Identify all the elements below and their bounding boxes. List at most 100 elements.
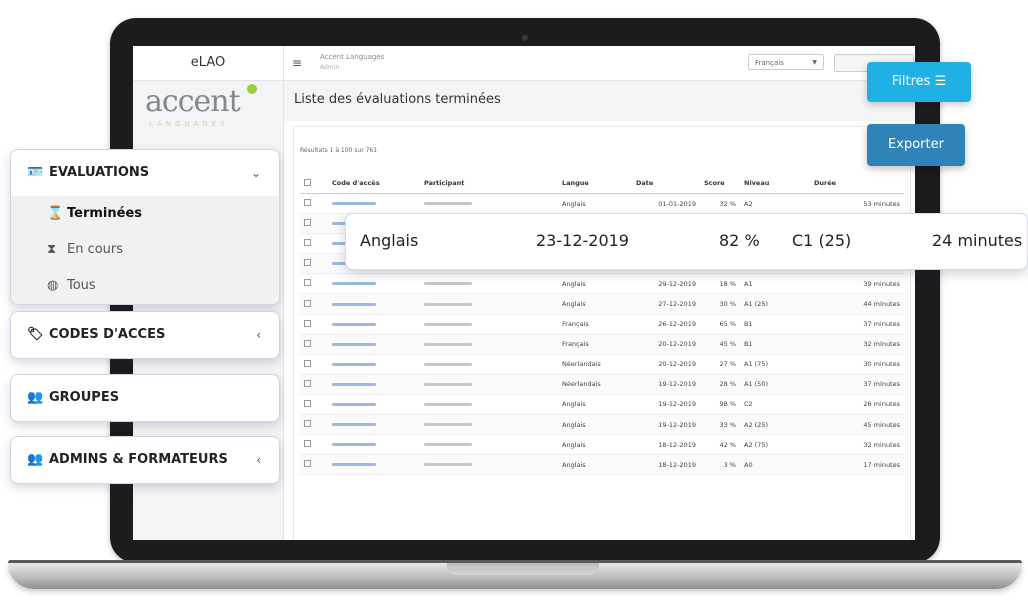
checkbox-icon[interactable] bbox=[304, 299, 311, 307]
row-date: 18-12-2019 bbox=[632, 434, 700, 456]
nav-evaluations: 🪪 EVALUATIONS ⌄ ⌛ Terminées ⧗ En cours ◍ Tou… bbox=[10, 149, 280, 305]
highlight-score: 82 % bbox=[719, 231, 760, 250]
row-date: 18-12-2019 bbox=[632, 454, 700, 476]
header-select[interactable] bbox=[300, 173, 328, 194]
participant-name bbox=[424, 202, 472, 206]
row-date: 19-12-2019 bbox=[632, 374, 700, 395]
checkbox-icon[interactable] bbox=[304, 420, 311, 428]
header-score[interactable]: Score bbox=[700, 173, 740, 194]
checkbox-icon[interactable] bbox=[304, 259, 311, 267]
row-langue: Anglais bbox=[558, 293, 632, 315]
nav-groupes-label: GROUPES bbox=[49, 390, 120, 405]
export-button[interactable]: Exporter bbox=[867, 124, 965, 166]
logo-dot-icon bbox=[247, 84, 257, 94]
row-code bbox=[328, 193, 420, 215]
table-row[interactable]: Anglais 18-12-2019 42 % A2 (75) 32 minutes bbox=[300, 434, 904, 456]
header-code[interactable]: Code d'accès bbox=[328, 173, 420, 194]
header-duree[interactable]: Durée bbox=[810, 173, 904, 194]
hamburger-icon[interactable]: ≡ bbox=[292, 56, 302, 70]
table-row[interactable]: Anglais 27-12-2019 30 % A1 (25) 44 minutes bbox=[300, 293, 904, 315]
table-row[interactable]: Néerlandais 20-12-2019 27 % A1 (75) 30 minut… bbox=[300, 354, 904, 375]
row-participant bbox=[420, 434, 558, 456]
table-row[interactable]: Anglais 18-12-2019 3 % A0 17 minutes bbox=[300, 454, 904, 476]
nav-item-tous[interactable]: ◍ Tous bbox=[11, 268, 279, 304]
header-langue[interactable]: Langue bbox=[558, 173, 632, 194]
table-row[interactable]: Anglais 29-12-2019 18 % A1 39 minutes bbox=[300, 273, 904, 295]
caret-down-icon: ▼ bbox=[812, 59, 817, 66]
access-code-link[interactable] bbox=[332, 202, 376, 206]
access-code-link[interactable] bbox=[332, 463, 376, 467]
nav-admins-label: ADMINS & FORMATEURS bbox=[49, 452, 228, 467]
checkbox-icon[interactable] bbox=[304, 379, 311, 387]
checkbox-icon[interactable] bbox=[304, 279, 311, 287]
access-code-link[interactable] bbox=[332, 322, 376, 326]
checkbox-icon[interactable] bbox=[304, 199, 311, 207]
nav-item-terminees[interactable]: ⌛ Terminées bbox=[11, 196, 279, 232]
checkbox-icon[interactable] bbox=[304, 359, 311, 367]
participant-name bbox=[424, 322, 472, 326]
checkbox-icon[interactable] bbox=[304, 178, 311, 186]
checkbox-icon[interactable] bbox=[304, 239, 311, 247]
access-code-link[interactable] bbox=[332, 302, 376, 306]
access-code-link[interactable] bbox=[332, 402, 376, 406]
table-row[interactable]: Anglais 19-12-2019 98 % C2 26 minutes bbox=[300, 394, 904, 416]
participant-name bbox=[424, 282, 472, 286]
highlight-duree: 24 minutes bbox=[932, 231, 1023, 250]
table-row[interactable]: Anglais 19-12-2019 33 % A2 (25) 45 minutes bbox=[300, 414, 904, 436]
access-code-link[interactable] bbox=[332, 443, 376, 447]
row-niveau: A1 (75) bbox=[740, 354, 810, 375]
highlighted-row[interactable]: Anglais 23-12-2019 82 % C1 (25) 24 minut… bbox=[345, 213, 1028, 270]
table-row[interactable]: Néerlandais 19-12-2019 28 % A1 (50) 37 minut… bbox=[300, 374, 904, 395]
nav-admins-header[interactable]: 👥 ADMINS & FORMATEURS ‹ bbox=[11, 437, 279, 483]
chevron-left-icon: ‹ bbox=[256, 328, 261, 342]
language-select[interactable]: Français ▼ bbox=[748, 54, 824, 70]
nav-codes-header[interactable]: 🏷 CODES D'ACCES ‹ bbox=[11, 312, 279, 358]
brand-name[interactable]: eLAO bbox=[133, 46, 283, 81]
nav-codes[interactable]: 🏷 CODES D'ACCES ‹ bbox=[10, 311, 280, 359]
nav-item-terminees-label: Terminées bbox=[67, 206, 142, 221]
row-code bbox=[328, 434, 420, 456]
nav-groupes-header[interactable]: 👥 GROUPES bbox=[11, 375, 279, 421]
row-duree: 32 minutes bbox=[810, 434, 904, 456]
row-langue: Anglais bbox=[558, 454, 632, 476]
row-date: 27-12-2019 bbox=[632, 293, 700, 315]
access-code-link[interactable] bbox=[332, 362, 376, 366]
table-row[interactable]: Anglais 01-01-2019 32 % A2 53 minutes bbox=[300, 193, 904, 215]
filters-button[interactable]: Filtres ☰ bbox=[867, 62, 971, 102]
row-select bbox=[300, 213, 328, 235]
logo-subtitle: LANGUAGES bbox=[149, 120, 229, 128]
row-duree: 37 minutes bbox=[810, 314, 904, 335]
row-score: 33 % bbox=[700, 414, 740, 436]
row-duree: 39 minutes bbox=[810, 273, 904, 295]
page-header: Liste des évaluations terminées bbox=[284, 81, 915, 121]
nav-admins[interactable]: 👥 ADMINS & FORMATEURS ‹ bbox=[10, 436, 280, 484]
row-select bbox=[300, 454, 328, 476]
row-select bbox=[300, 334, 328, 355]
checkbox-icon[interactable] bbox=[304, 339, 311, 347]
access-code-link[interactable] bbox=[332, 382, 376, 386]
nav-evaluations-header[interactable]: 🪪 EVALUATIONS ⌄ bbox=[11, 150, 279, 196]
access-code-link[interactable] bbox=[332, 282, 376, 286]
participant-name bbox=[424, 423, 472, 427]
nav-item-tous-label: Tous bbox=[67, 278, 96, 293]
checkbox-icon[interactable] bbox=[304, 399, 311, 407]
row-date: 19-12-2019 bbox=[632, 394, 700, 416]
nav-item-en-cours[interactable]: ⧗ En cours bbox=[11, 232, 279, 268]
row-niveau: A1 bbox=[740, 273, 810, 295]
header-participant[interactable]: Participant bbox=[420, 173, 558, 194]
access-code-link[interactable] bbox=[332, 423, 376, 427]
checkbox-icon[interactable] bbox=[304, 319, 311, 327]
table-row[interactable]: Français 26-12-2019 65 % B1 37 minutes bbox=[300, 314, 904, 335]
checkbox-icon[interactable] bbox=[304, 460, 311, 468]
row-code bbox=[328, 414, 420, 436]
header-date[interactable]: Date bbox=[632, 173, 700, 194]
nav-groupes[interactable]: 👥 GROUPES bbox=[10, 374, 280, 422]
row-participant bbox=[420, 193, 558, 215]
row-select bbox=[300, 273, 328, 295]
row-langue: Anglais bbox=[558, 414, 632, 436]
access-code-link[interactable] bbox=[332, 342, 376, 346]
header-niveau[interactable]: Niveau bbox=[740, 173, 810, 194]
checkbox-icon[interactable] bbox=[304, 219, 311, 227]
checkbox-icon[interactable] bbox=[304, 440, 311, 448]
table-row[interactable]: Français 20-12-2019 45 % B1 32 minutes bbox=[300, 334, 904, 355]
